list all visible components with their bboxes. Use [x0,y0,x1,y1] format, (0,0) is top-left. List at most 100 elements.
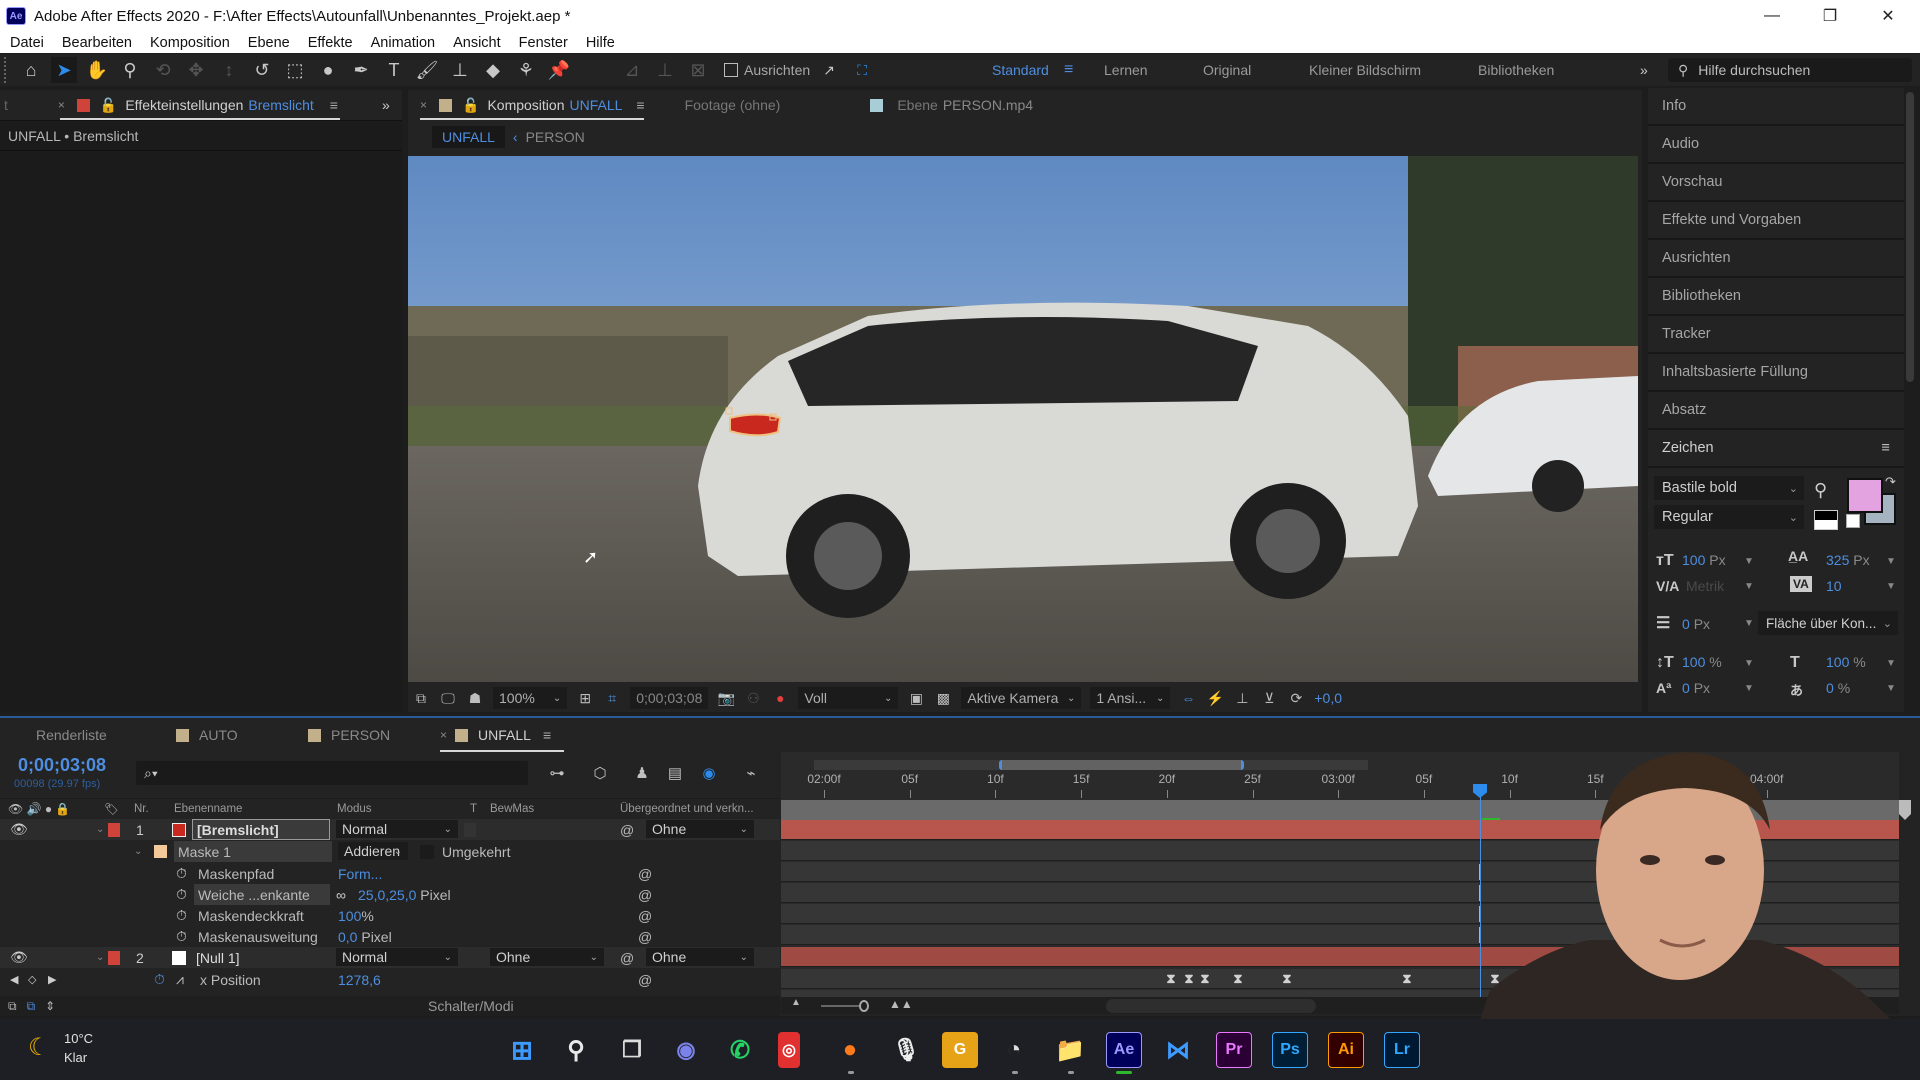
position-keyframe[interactable]: ⧗ [1166,971,1175,987]
panel-menu-icon[interactable]: ≡ [543,727,551,743]
panel-tracker[interactable]: Tracker [1648,316,1904,354]
weather-condition[interactable]: Klar [64,1050,87,1065]
layer-mode-dropdown[interactable]: Normal ⌄ [336,820,458,838]
mask-opacity-value[interactable]: 100% [338,905,374,926]
mask-row[interactable]: ⌄ Maske 1 Addieren ⌄ Umgekehrt [0,841,780,862]
mask-visibility-icon[interactable]: ☗ [466,689,484,707]
hidden-tab-edge[interactable]: t [4,97,8,113]
next-keyframe-icon[interactable]: ▶ [48,969,56,990]
kerning-dropdown-icon[interactable]: ▼ [1744,581,1754,592]
fast-previews-icon[interactable]: ▣ [907,689,925,707]
layer-name[interactable]: [Bremslicht] [192,819,330,840]
podcast-app-icon[interactable]: 🎙 [888,1032,924,1068]
position-keyframe[interactable]: ⧗ [1200,971,1209,987]
visibility-eye-icon[interactable]: 👁 [10,947,28,968]
menu-animation[interactable]: Animation [371,35,435,51]
pan-behind-icon[interactable]: ⬚ [282,57,308,83]
region-of-interest-icon[interactable]: ⌗ [603,689,621,707]
stopwatch-icon[interactable]: ⏱ [176,905,187,926]
pickwhip-icon[interactable]: @ [638,969,652,990]
panel-ausrichten[interactable]: Ausrichten [1648,240,1904,278]
parent-pickwhip-icon[interactable]: @ [620,819,634,840]
resolution-dropdown[interactable]: Voll ⌄ [798,687,899,709]
layer-name[interactable]: [Null 1] [196,947,240,968]
fill-color-swatch[interactable] [1847,478,1883,513]
visibility-eye-icon[interactable]: 👁 [10,819,28,840]
exposure-value[interactable]: +0,0 [1314,690,1342,706]
puppet-pin-icon[interactable]: 📌 [546,57,572,83]
help-search-input[interactable]: ⚲ Hilfe durchsuchen [1668,58,1912,82]
footage-tab[interactable]: Footage (ohne) [685,97,781,113]
parent-dropdown[interactable]: Ohne ⌄ [646,820,754,838]
mask-name[interactable]: Maske 1 [174,841,332,862]
roto-brush-icon[interactable]: ⚘ [513,57,539,83]
x-position-value[interactable]: 1278,6 [338,969,381,990]
mask-prop-row[interactable]: ⏱ Maskenausweitung 0,0 Pixel @ [0,926,780,947]
switches-modes-toggle[interactable]: Schalter/Modi [428,998,514,1014]
blue-app-icon[interactable]: ⋈ [1160,1032,1196,1068]
orbit-camera-icon[interactable]: ⟲ [150,57,176,83]
lock-icon[interactable]: 🔓 [100,97,117,114]
mask-mode-dropdown[interactable]: Addieren ⌄ [338,842,408,860]
panel-zeichen[interactable]: Zeichen ≡ [1648,430,1904,468]
toggle-pixel-aspect-icon[interactable]: ⇔ [1179,689,1197,707]
rotation-tool-icon[interactable]: ↺ [249,57,275,83]
right-panel-scrollbar[interactable] [1906,92,1914,382]
time-navigator[interactable] [999,760,1244,770]
leading-value[interactable]: 325 Px [1826,552,1870,568]
expand-chevron-icon[interactable]: ⌄ [134,841,142,862]
panel-info[interactable]: Info [1648,88,1904,126]
close-button[interactable]: ✕ [1860,0,1916,32]
graph-icon[interactable]: ⩘ [176,969,184,990]
menu-ansicht[interactable]: Ansicht [453,35,501,51]
stroke-mode-dropdown[interactable]: Fläche über Kon... ⌄ [1758,611,1898,635]
stroke-width-value[interactable]: 0 Px [1682,616,1710,632]
composition-mini-flowchart-icon[interactable]: ⊶ [546,762,568,784]
minimize-button[interactable]: — [1744,0,1800,32]
zoom-slider-track[interactable] [821,1005,861,1007]
constrain-link-icon[interactable]: ∞ [336,884,346,905]
panel-bibliotheken[interactable]: Bibliotheken [1648,278,1904,316]
snap-toggle[interactable]: Ausrichten [724,62,810,78]
preserve-transparency-toggle[interactable] [464,823,476,837]
weather-temp[interactable]: 10°C [64,1031,93,1046]
pan-camera-icon[interactable]: ✥ [183,57,209,83]
panel-audio[interactable]: Audio [1648,126,1904,164]
close-tab-icon[interactable]: × [58,98,65,112]
expand-chevron-icon[interactable]: ⌄ [96,947,104,968]
tsume-dropdown-icon[interactable]: ▼ [1886,683,1896,694]
always-preview-icon[interactable]: ⧉ [412,689,430,707]
tracking-dropdown-icon[interactable]: ▼ [1886,581,1896,592]
panel-overflow-icon[interactable]: » [382,97,390,113]
vertical-scale-value[interactable]: 100 % [1682,654,1722,670]
menu-bearbeiten[interactable]: Bearbeiten [62,35,132,51]
menu-fenster[interactable]: Fenster [519,35,568,51]
lightroom-icon[interactable]: Lr [1384,1032,1420,1068]
vertical-scale-dropdown-icon[interactable]: ▼ [1744,658,1754,669]
stopwatch-icon[interactable]: ⏱ [176,884,187,905]
firefox-icon[interactable]: ● [832,1032,868,1068]
zoom-in-icon[interactable]: ▲▲ [889,997,913,1011]
nav-chevron-icon[interactable]: ‹ [513,129,518,145]
weather-moon-icon[interactable]: ☾ [28,1033,50,1062]
font-family-dropdown[interactable]: Bastile bold ⌄ [1654,476,1804,500]
nav-unfall[interactable]: UNFALL [432,126,505,148]
kerning-value[interactable]: Metrik [1686,578,1724,594]
tracking-value[interactable]: 10 [1826,578,1842,594]
effects-tab-layer[interactable]: Bremslicht [248,97,313,113]
panel-inhaltsbasierte-fuellung[interactable]: Inhaltsbasierte Füllung [1648,354,1904,392]
layer-label-color[interactable] [108,823,120,837]
hide-shy-layers-icon[interactable]: ♟ [631,762,653,784]
column-layer-name[interactable]: Ebenenname [174,803,242,815]
baseline-shift-value[interactable]: 0 Px [1682,680,1710,696]
frame-blending-icon[interactable]: ▤ [664,762,686,784]
font-size-dropdown-icon[interactable]: ▼ [1744,556,1754,567]
layer-tab-name[interactable]: PERSON.mp4 [943,97,1033,113]
file-explorer-icon[interactable]: 📁 [1052,1032,1088,1068]
position-keyframe[interactable]: ⧗ [1282,971,1291,987]
snap-checkbox[interactable] [724,63,738,77]
channels-icon[interactable]: ● [771,689,789,707]
horizontal-scale-dropdown-icon[interactable]: ▼ [1886,658,1896,669]
zoom-out-icon[interactable]: ▲ [791,997,801,1008]
panel-effekte-und-vorgaben[interactable]: Effekte und Vorgaben [1648,202,1904,240]
